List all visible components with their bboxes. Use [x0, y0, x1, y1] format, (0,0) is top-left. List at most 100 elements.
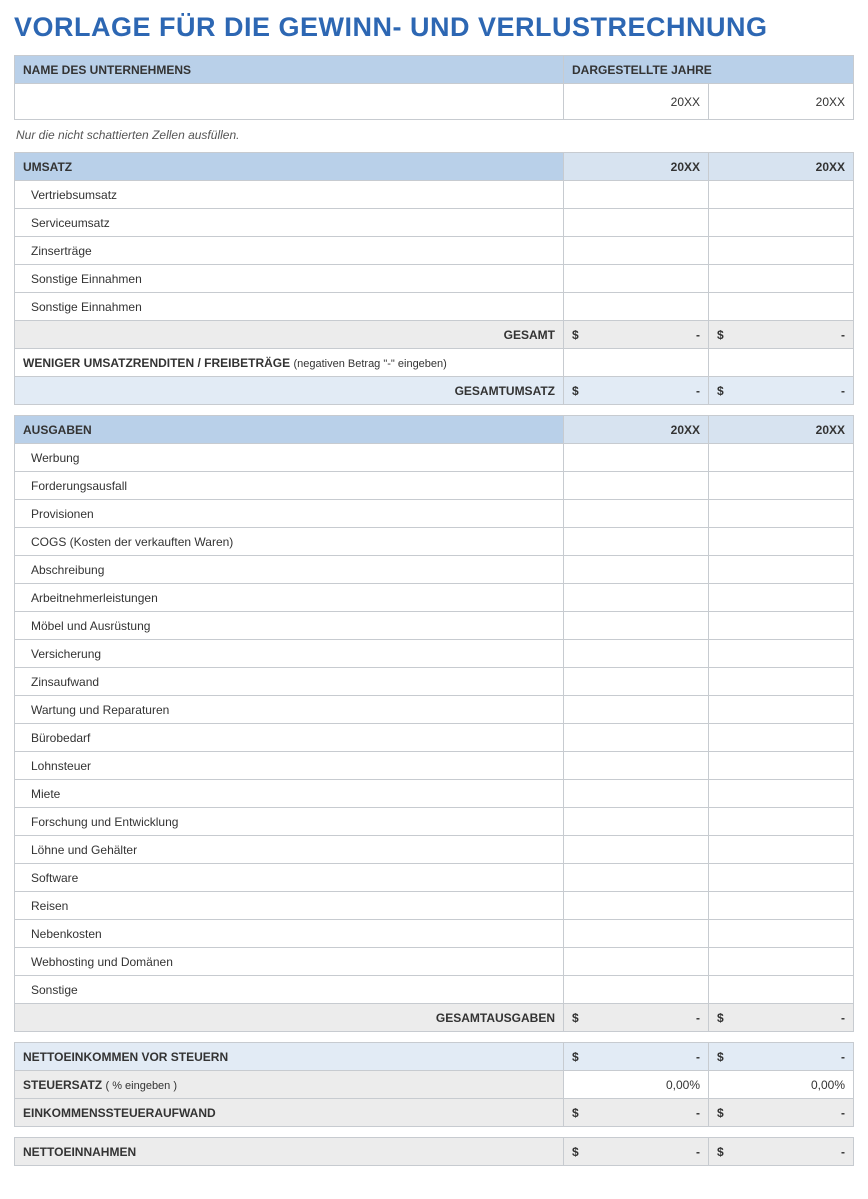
expense-item-y1[interactable] [564, 528, 709, 556]
expense-item-y2[interactable] [709, 528, 854, 556]
revenue-item-y1[interactable] [564, 293, 709, 321]
revenue-year2: 20XX [709, 153, 854, 181]
expense-item-y1[interactable] [564, 976, 709, 1004]
expense-item-y1[interactable] [564, 668, 709, 696]
expense-item-y2[interactable] [709, 444, 854, 472]
expense-item-y1[interactable] [564, 612, 709, 640]
expense-item-label: Sonstige [15, 976, 564, 1004]
expense-item-y1[interactable] [564, 864, 709, 892]
revenue-item-label: Vertriebsumsatz [15, 181, 564, 209]
net-income-y1: $- [564, 1138, 709, 1166]
expense-item-y2[interactable] [709, 472, 854, 500]
tax-expense-label: EINKOMMENSSTEUERAUFWAND [15, 1099, 564, 1127]
revenue-item-y1[interactable] [564, 181, 709, 209]
expense-item-y1[interactable] [564, 808, 709, 836]
expense-item-y1[interactable] [564, 836, 709, 864]
revenue-item-y2[interactable] [709, 237, 854, 265]
revenue-item-label: Sonstige Einnahmen [15, 265, 564, 293]
revenue-item-y2[interactable] [709, 209, 854, 237]
expense-item-y1[interactable] [564, 724, 709, 752]
expense-item-label: Provisionen [15, 500, 564, 528]
revenue-item-y1[interactable] [564, 265, 709, 293]
tax-rate-label: STEUERSATZ ( % eingeben ) [15, 1071, 564, 1099]
expense-item-label: Nebenkosten [15, 920, 564, 948]
expense-item-y2[interactable] [709, 948, 854, 976]
expense-item-y1[interactable] [564, 920, 709, 948]
year1-input[interactable]: 20XX [564, 84, 709, 120]
expense-item-y2[interactable] [709, 752, 854, 780]
revenue-item-y2[interactable] [709, 265, 854, 293]
revenue-total-y2: $- [709, 321, 854, 349]
expense-item-y1[interactable] [564, 780, 709, 808]
revenue-grand-label: GESAMTUMSATZ [15, 377, 564, 405]
expense-item-y1[interactable] [564, 556, 709, 584]
expense-item-y1[interactable] [564, 472, 709, 500]
pre-tax-y1: $- [564, 1043, 709, 1071]
expense-item-label: Löhne und Gehälter [15, 836, 564, 864]
revenue-grand-y1: $- [564, 377, 709, 405]
revenue-item-y2[interactable] [709, 181, 854, 209]
net-income-y2: $- [709, 1138, 854, 1166]
expenses-header: AUSGABEN [15, 416, 564, 444]
expense-item-y2[interactable] [709, 500, 854, 528]
revenue-total-label: GESAMT [15, 321, 564, 349]
expense-item-label: Webhosting und Domänen [15, 948, 564, 976]
expense-item-y1[interactable] [564, 696, 709, 724]
fill-instruction-note: Nur die nicht schattierten Zellen ausfül… [16, 128, 852, 142]
revenue-total-y1: $- [564, 321, 709, 349]
revenue-item-y1[interactable] [564, 237, 709, 265]
expense-item-y1[interactable] [564, 444, 709, 472]
expense-item-y1[interactable] [564, 892, 709, 920]
expense-item-label: Versicherung [15, 640, 564, 668]
page-title: VORLAGE FÜR DIE GEWINN- UND VERLUSTRECHN… [14, 12, 854, 43]
year2-input[interactable]: 20XX [709, 84, 854, 120]
expense-item-y2[interactable] [709, 668, 854, 696]
expense-item-label: Miete [15, 780, 564, 808]
expenses-total-y1: $- [564, 1004, 709, 1032]
years-header: DARGESTELLTE JAHRE [564, 56, 854, 84]
tax-rate-y1[interactable]: 0,00% [564, 1071, 709, 1099]
expense-item-y2[interactable] [709, 920, 854, 948]
expense-item-y1[interactable] [564, 640, 709, 668]
expense-item-y2[interactable] [709, 780, 854, 808]
revenue-less-y1[interactable] [564, 349, 709, 377]
expense-item-y2[interactable] [709, 724, 854, 752]
tax-rate-y2[interactable]: 0,00% [709, 1071, 854, 1099]
expense-item-y2[interactable] [709, 696, 854, 724]
expense-item-label: Reisen [15, 892, 564, 920]
expense-item-y1[interactable] [564, 752, 709, 780]
expense-item-label: Abschreibung [15, 556, 564, 584]
expense-item-y1[interactable] [564, 584, 709, 612]
expense-item-y1[interactable] [564, 500, 709, 528]
revenue-less-y2[interactable] [709, 349, 854, 377]
company-name-header: NAME DES UNTERNEHMENS [15, 56, 564, 84]
expense-item-y2[interactable] [709, 584, 854, 612]
expense-item-y1[interactable] [564, 948, 709, 976]
revenue-item-y1[interactable] [564, 209, 709, 237]
revenue-item-label: Zinserträge [15, 237, 564, 265]
revenue-year1: 20XX [564, 153, 709, 181]
expense-item-y2[interactable] [709, 640, 854, 668]
expense-item-label: Arbeitnehmerleistungen [15, 584, 564, 612]
expense-item-y2[interactable] [709, 976, 854, 1004]
expense-item-label: Werbung [15, 444, 564, 472]
expense-item-y2[interactable] [709, 836, 854, 864]
expense-item-y2[interactable] [709, 864, 854, 892]
revenue-item-y2[interactable] [709, 293, 854, 321]
revenue-header: UMSATZ [15, 153, 564, 181]
revenue-less-label: WENIGER UMSATZRENDITEN / FREIBETRÄGE (ne… [15, 349, 564, 377]
tax-expense-y2: $- [709, 1099, 854, 1127]
expense-item-label: Bürobedarf [15, 724, 564, 752]
revenue-grand-y2: $- [709, 377, 854, 405]
expense-item-label: Zinsaufwand [15, 668, 564, 696]
expense-item-label: COGS (Kosten der verkauften Waren) [15, 528, 564, 556]
expense-item-y2[interactable] [709, 612, 854, 640]
expense-item-y2[interactable] [709, 808, 854, 836]
tax-expense-y1: $- [564, 1099, 709, 1127]
company-header-table: NAME DES UNTERNEHMENS DARGESTELLTE JAHRE… [14, 55, 854, 120]
revenue-table: UMSATZ 20XX 20XX VertriebsumsatzServiceu… [14, 152, 854, 405]
expense-item-y2[interactable] [709, 892, 854, 920]
company-name-input[interactable] [15, 84, 564, 120]
expense-item-y2[interactable] [709, 556, 854, 584]
revenue-item-label: Serviceumsatz [15, 209, 564, 237]
